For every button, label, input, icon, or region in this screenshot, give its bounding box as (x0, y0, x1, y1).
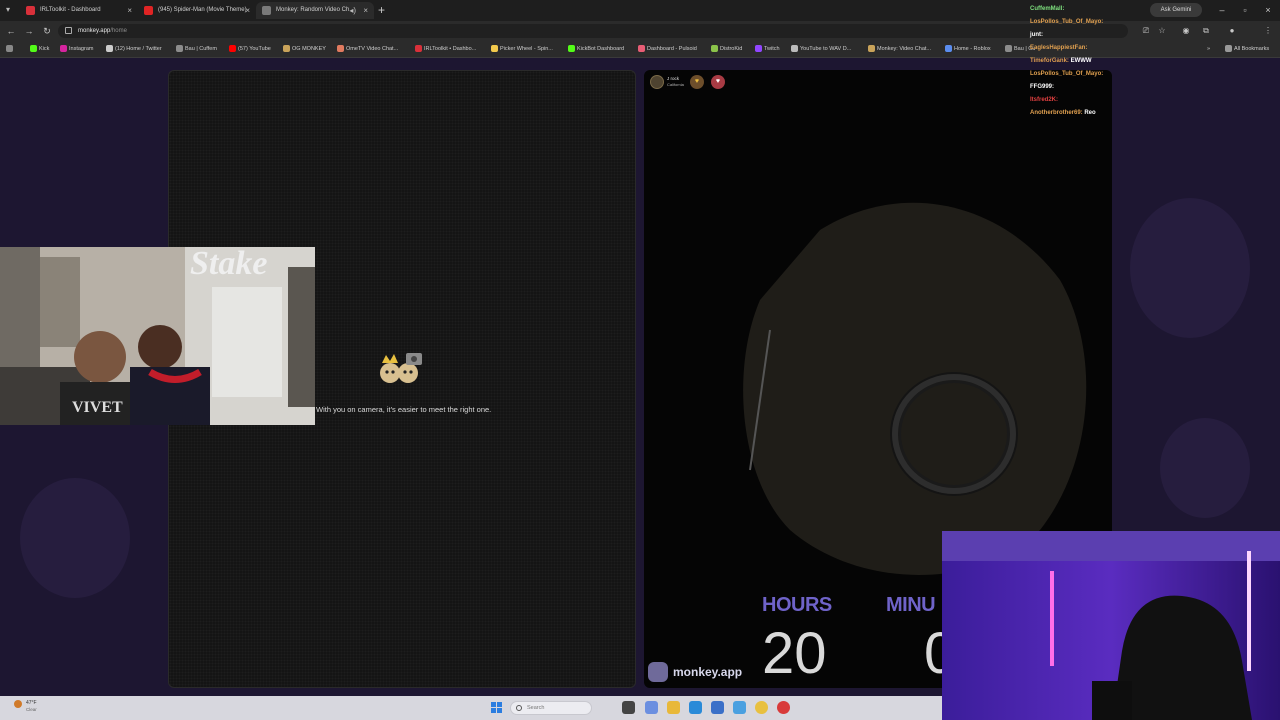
task-view-icon[interactable] (622, 701, 635, 714)
hours-value: 20 (762, 621, 827, 686)
monkey-emoji-icon (380, 353, 422, 383)
cast-icon[interactable]: ⎚ (1140, 25, 1152, 37)
menu-kebab-icon[interactable]: ⋮ (1262, 25, 1274, 37)
monkey-logo-icon (648, 662, 668, 682)
windows-taskbar (0, 696, 942, 720)
monkey-icon (262, 6, 271, 15)
start-button[interactable] (491, 702, 502, 713)
chat-message: LosPollos_Tub_Of_Mayo: (1030, 71, 1104, 77)
bookmark-instagram[interactable]: Instagram (60, 41, 93, 57)
background-shape (1130, 198, 1250, 338)
bookmark-og-monkey[interactable]: OG MONKEY (283, 41, 326, 57)
bookmark-picker-wheel[interactable]: Picker Wheel - Spin... (491, 41, 553, 57)
chat-message: Anotherbrother69: Reo (1030, 110, 1096, 116)
bookmark-monkey-video-chat[interactable]: Monkey: Video Chat... (868, 41, 931, 57)
search-placeholder: Search (527, 705, 545, 711)
store-icon[interactable] (711, 701, 724, 714)
bookmark-pulsoid[interactable]: Dashboard - Pulsoid (638, 41, 697, 57)
minimize-icon[interactable]: – (1212, 2, 1232, 18)
forward-icon[interactable]: → (22, 24, 36, 38)
chat-message: Itsfred2K: (1030, 97, 1059, 103)
reload-icon[interactable]: ↻ (40, 24, 54, 38)
like-icon[interactable]: ♥ (690, 75, 704, 89)
heart-icon[interactable]: ♥ (711, 75, 725, 89)
bookmark-ometv[interactable]: OmeTV Video Chat... (337, 41, 398, 57)
bookmark-youtube[interactable]: (57) YouTube (229, 41, 271, 57)
extension-icon[interactable]: ◉ (1180, 25, 1192, 37)
tab-monkey[interactable]: Monkey: Random Video Ch ◂) × (256, 2, 374, 19)
bookmark-bau-cuffem[interactable]: Bau | Cuffem (176, 41, 217, 57)
tab-irltoolkit[interactable]: IRLToolkit - Dashboard × (20, 2, 138, 19)
close-window-icon[interactable]: × (1258, 2, 1278, 18)
close-tab-icon[interactable]: × (245, 2, 250, 19)
chrome-icon[interactable] (755, 701, 768, 714)
room-camera (942, 531, 1280, 720)
copilot-icon[interactable] (645, 701, 658, 714)
edge-icon[interactable] (689, 701, 702, 714)
tab-spider-man[interactable]: (945) Spider-Man (Movie Theme) × (138, 2, 256, 19)
weather-icon[interactable] (14, 700, 22, 708)
tab-title: (945) Spider-Man (Movie Theme) (158, 7, 247, 13)
maximize-icon[interactable]: ▫ (1235, 2, 1255, 18)
chat-message: TimeforGank: EWWW (1030, 58, 1092, 64)
bookmark-twitch[interactable]: Twitch (755, 41, 780, 57)
peer-avatar[interactable] (650, 75, 664, 89)
bookmark-youtube-wav[interactable]: YouTube to WAV D... (791, 41, 851, 57)
app-icon[interactable] (777, 701, 790, 714)
tab-title: IRLToolkit - Dashboard (40, 7, 101, 13)
peer-name: J rock (667, 76, 680, 81)
chat-message: CuffemMall: (1030, 6, 1065, 12)
bookmark-roblox[interactable]: Home - Roblox (945, 41, 991, 57)
speaker-icon[interactable]: ◂) (349, 2, 356, 19)
file-explorer-icon[interactable] (667, 701, 680, 714)
chat-message: FFG999: (1030, 84, 1055, 90)
taskbar-search[interactable]: Search (510, 701, 592, 715)
sponsor-logo: Stake (190, 247, 268, 282)
bookmark-irltoolkit[interactable]: IRLToolkit • Dashbo... (415, 41, 476, 57)
bookmark-kick[interactable]: Kick (30, 41, 49, 57)
background-shape (1160, 418, 1250, 518)
weather-temp[interactable]: 47°F (26, 700, 37, 706)
chat-message: LosPollos_Tub_Of_Mayo: (1030, 19, 1104, 25)
hours-label: HOURS (762, 594, 832, 616)
url-bar[interactable]: monkey.app/home (58, 24, 1128, 38)
more-bookmarks-icon[interactable]: » (1198, 41, 1210, 57)
close-tab-icon[interactable]: × (363, 2, 368, 19)
url-text[interactable]: monkey.app/home (78, 24, 127, 38)
shirt-text: VIVET (72, 399, 123, 416)
weather-desc[interactable]: Clear (26, 707, 37, 713)
ask-gemini-button[interactable]: Ask Gemini (1150, 3, 1202, 17)
extensions-puzzle-icon[interactable]: ⧉ (1200, 25, 1212, 37)
back-icon[interactable]: ← (4, 24, 18, 38)
tab-title: Monkey: Random Video Ch (276, 7, 350, 13)
irltoolkit-icon (26, 6, 35, 15)
all-bookmarks-folder[interactable]: All Bookmarks (1225, 41, 1269, 57)
bookmark-kickbot[interactable]: KickBot Dashboard (568, 41, 624, 57)
search-icon (516, 705, 522, 711)
chat-message: junt: (1030, 32, 1043, 38)
tab-search-icon[interactable]: ▾ (6, 3, 10, 17)
youtube-icon (144, 6, 153, 15)
chat-message: EaglesHappiestFan: (1030, 45, 1088, 51)
profile-icon[interactable]: ● (1226, 25, 1238, 37)
camera-prompt-text: With you on camera, it's easier to meet … (316, 405, 492, 414)
peer-video-object (892, 374, 1016, 494)
bookmark-twitter[interactable]: (12) Home / Twitter (106, 41, 162, 57)
bookmark-star-icon[interactable]: ☆ (1156, 25, 1168, 37)
monkey-brand-text: monkey.app (673, 665, 743, 679)
mail-icon[interactable] (733, 701, 746, 714)
minutes-label: MINU (886, 594, 936, 616)
apps-icon[interactable] (6, 41, 15, 57)
new-tab-button[interactable]: + (378, 2, 385, 19)
close-tab-icon[interactable]: × (127, 2, 132, 19)
bookmark-distrokid[interactable]: DistroKid (711, 41, 742, 57)
background-shape (20, 478, 130, 598)
streamer-facecam: VIVET Stake (0, 247, 315, 425)
peer-location: California (667, 82, 684, 87)
site-info-icon[interactable] (65, 27, 72, 34)
